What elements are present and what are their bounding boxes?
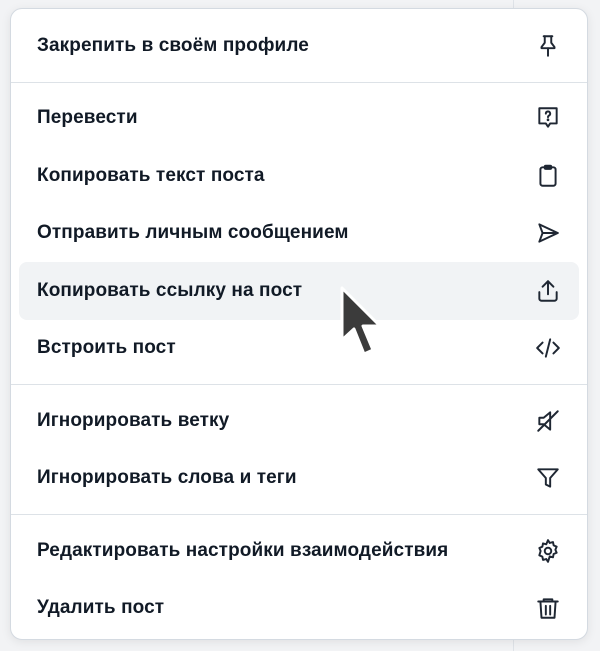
menu-item-label: Отправить личным сообщением [37,222,349,244]
menu-item-label: Игнорировать слова и теги [37,467,297,489]
menu-item-mute-words[interactable]: Игнорировать слова и теги [19,450,579,508]
menu-item-copy-link[interactable]: Копировать ссылку на пост [19,262,579,320]
filter-icon [535,465,561,491]
menu-item-label: Игнорировать ветку [37,409,230,431]
menu-divider [11,81,587,83]
translate-icon [535,105,561,131]
menu-item-label: Копировать текст поста [37,164,265,186]
menu-item-label: Копировать ссылку на пост [37,279,303,301]
send-icon [535,220,561,246]
menu-item-delete[interactable]: Удалить пост [19,580,579,638]
menu-item-label: Встроить пост [37,337,176,359]
menu-item-embed[interactable]: Встроить пост [19,320,579,378]
menu-item-interaction-settings[interactable]: Редактировать настройки взаимодействия [19,522,579,580]
post-options-menu: Закрепить в своём профиле Перевести Копи… [10,8,588,640]
trash-icon [535,595,561,621]
menu-item-copy-text[interactable]: Копировать текст поста [19,147,579,205]
clipboard-icon [535,163,561,189]
menu-item-label: Перевести [37,107,138,129]
gear-icon [535,538,561,564]
menu-item-mute-thread[interactable]: Игнорировать ветку [19,392,579,450]
menu-item-label: Удалить пост [37,597,165,619]
menu-item-translate[interactable]: Перевести [19,90,579,148]
menu-item-send-dm[interactable]: Отправить личным сообщением [19,205,579,263]
menu-item-label: Закрепить в своём профиле [37,34,309,56]
code-icon [535,335,561,361]
menu-divider [11,514,587,515]
menu-item-label: Редактировать настройки взаимодействия [37,539,449,561]
menu-divider [11,384,587,385]
pin-icon [535,33,561,59]
menu-item-pin-profile[interactable]: Закрепить в своём профиле [19,17,579,75]
muted-speaker-icon [535,408,561,434]
share-icon [535,278,561,304]
